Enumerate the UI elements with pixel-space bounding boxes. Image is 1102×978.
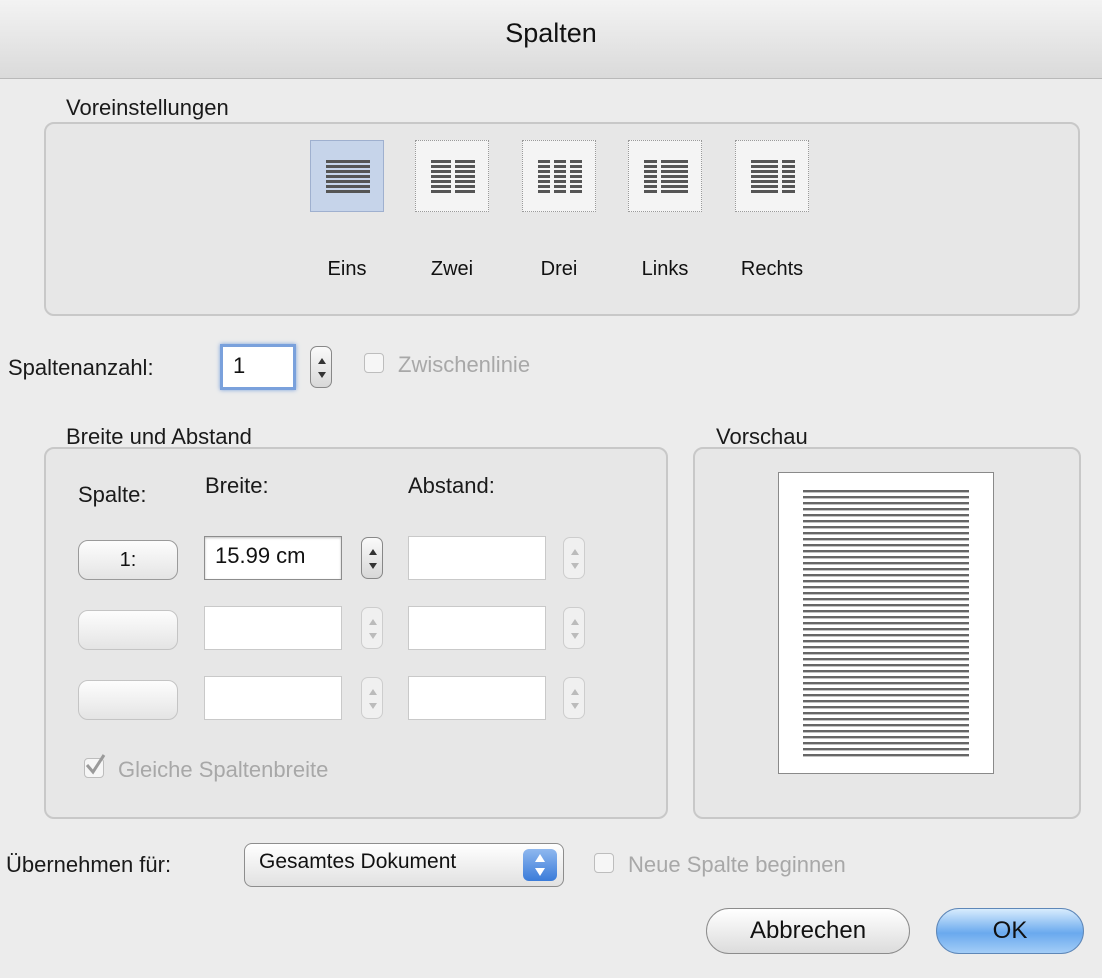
preview-text-lines-icon bbox=[803, 490, 969, 757]
apply-to-popup[interactable]: Gesamtes Dokument bbox=[244, 843, 564, 887]
stepper-arrows-icon bbox=[369, 549, 377, 569]
preset-left-label: Links bbox=[641, 258, 689, 280]
column-count-input[interactable]: 1 bbox=[220, 344, 296, 390]
equal-width-checkbox[interactable] bbox=[84, 754, 106, 778]
new-column-label: Neue Spalte beginnen bbox=[628, 852, 846, 877]
apply-to-value: Gesamtes Dokument bbox=[259, 850, 457, 873]
preset-right-button[interactable] bbox=[735, 140, 809, 212]
stepper-arrows-icon bbox=[571, 549, 579, 569]
preview-page bbox=[778, 472, 994, 774]
preset-left-column-icon bbox=[644, 160, 688, 193]
column-width-stepper[interactable] bbox=[361, 537, 383, 579]
column-spacing-input[interactable] bbox=[408, 606, 546, 650]
preset-left-button[interactable] bbox=[628, 140, 702, 212]
popup-arrows-icon bbox=[523, 849, 557, 881]
spacing-header: Abstand: bbox=[408, 473, 495, 498]
equal-width-label: Gleiche Spaltenbreite bbox=[118, 757, 329, 782]
preset-three-columns-icon bbox=[538, 160, 582, 193]
column-count-label: Spaltenanzahl: bbox=[8, 355, 154, 380]
checkmark-icon bbox=[85, 754, 106, 775]
dialog-title: Spalten bbox=[505, 18, 597, 48]
new-column-checkbox[interactable] bbox=[594, 853, 614, 873]
preset-one-button[interactable] bbox=[310, 140, 384, 212]
column-width-input[interactable]: 15.99 cm bbox=[204, 536, 342, 580]
column-count-stepper[interactable] bbox=[310, 346, 332, 388]
column-spacing-stepper[interactable] bbox=[563, 607, 585, 649]
preset-one-column-icon bbox=[326, 160, 370, 193]
presets-heading: Voreinstellungen bbox=[66, 95, 229, 120]
column-number-button[interactable] bbox=[78, 610, 178, 650]
preset-two-button[interactable] bbox=[415, 140, 489, 212]
stepper-arrows-icon bbox=[369, 619, 377, 639]
preset-three-button[interactable] bbox=[522, 140, 596, 212]
column-spacing-input[interactable] bbox=[408, 536, 546, 580]
stepper-arrows-icon bbox=[369, 689, 377, 709]
preset-three-label: Drei bbox=[540, 258, 578, 280]
preset-two-label: Zwei bbox=[430, 258, 474, 280]
preset-right-column-icon bbox=[751, 160, 795, 193]
preset-right-label: Rechts bbox=[740, 258, 804, 280]
stepper-arrows-icon bbox=[571, 689, 579, 709]
stepper-arrows-icon bbox=[571, 619, 579, 639]
line-between-label: Zwischenlinie bbox=[398, 352, 531, 377]
column-number-button[interactable] bbox=[78, 680, 178, 720]
preset-one-label: Eins bbox=[327, 258, 367, 280]
column-width-input[interactable] bbox=[204, 606, 342, 650]
width-header: Breite: bbox=[205, 473, 269, 498]
apply-to-label: Übernehmen für: bbox=[6, 852, 172, 877]
column-number-button[interactable]: 1: bbox=[78, 540, 178, 580]
stepper-arrows-icon bbox=[318, 358, 326, 378]
column-width-stepper[interactable] bbox=[361, 607, 383, 649]
column-spacing-stepper[interactable] bbox=[563, 537, 585, 579]
line-between-checkbox[interactable] bbox=[364, 353, 384, 373]
column-spacing-stepper[interactable] bbox=[563, 677, 585, 719]
preset-two-columns-icon bbox=[431, 160, 475, 193]
ok-button[interactable]: OK bbox=[936, 908, 1084, 954]
column-spacing-input[interactable] bbox=[408, 676, 546, 720]
column-width-input[interactable] bbox=[204, 676, 342, 720]
cancel-button[interactable]: Abbrechen bbox=[706, 908, 910, 954]
column-width-stepper[interactable] bbox=[361, 677, 383, 719]
column-header: Spalte: bbox=[78, 482, 147, 507]
